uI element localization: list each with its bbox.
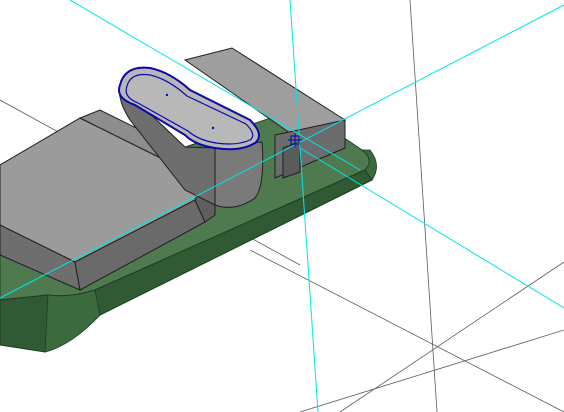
slot-boss-side-face[interactable] [214,141,264,208]
base-plate-fillet [44,289,101,353]
vertex-marker [165,93,169,97]
grid-line [299,329,564,412]
vertex-marker [211,126,215,130]
cad-3d-viewport[interactable] [0,0,564,412]
back-block-notch[interactable] [282,141,301,179]
grid-line [339,261,564,412]
model-scene[interactable] [0,0,564,412]
construction-line [299,147,564,309]
grid-line [249,249,564,412]
